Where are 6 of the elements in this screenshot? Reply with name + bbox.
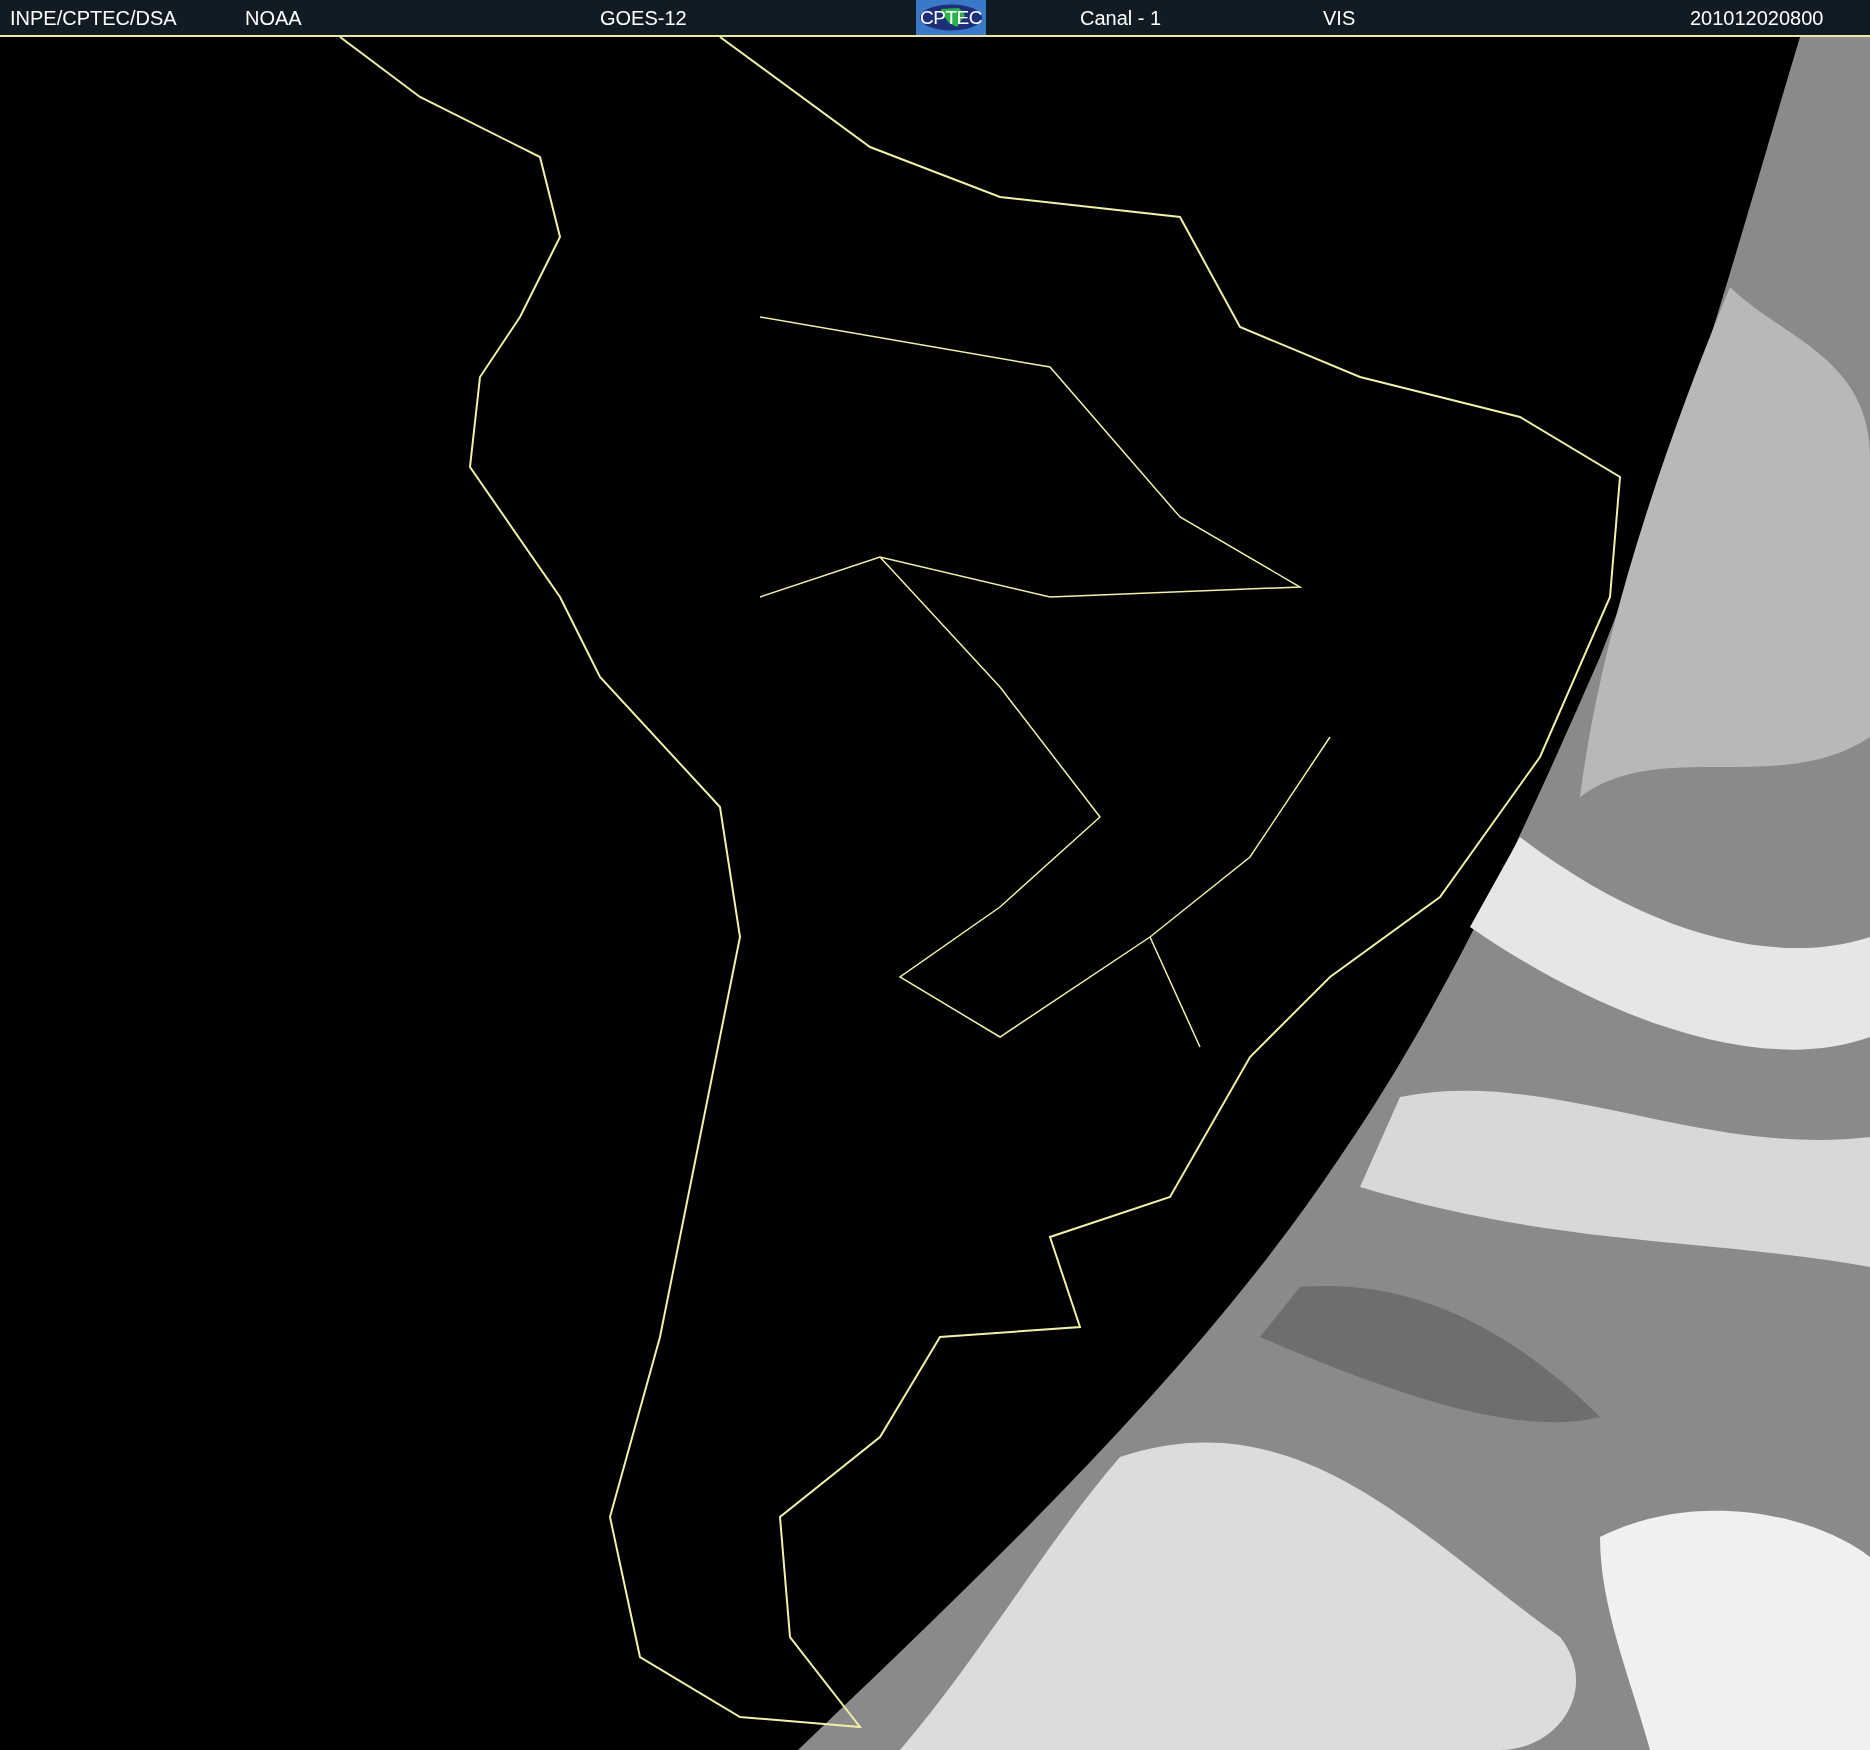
header-label: GOES-12: [600, 6, 687, 29]
header-label: INPE/CPTEC/DSA: [10, 6, 177, 29]
header-label: NOAA: [245, 6, 302, 29]
header-label: VIS: [1323, 6, 1356, 29]
header-label: Canal - 1: [1080, 6, 1162, 29]
header-label: 201012020800: [1690, 6, 1824, 29]
